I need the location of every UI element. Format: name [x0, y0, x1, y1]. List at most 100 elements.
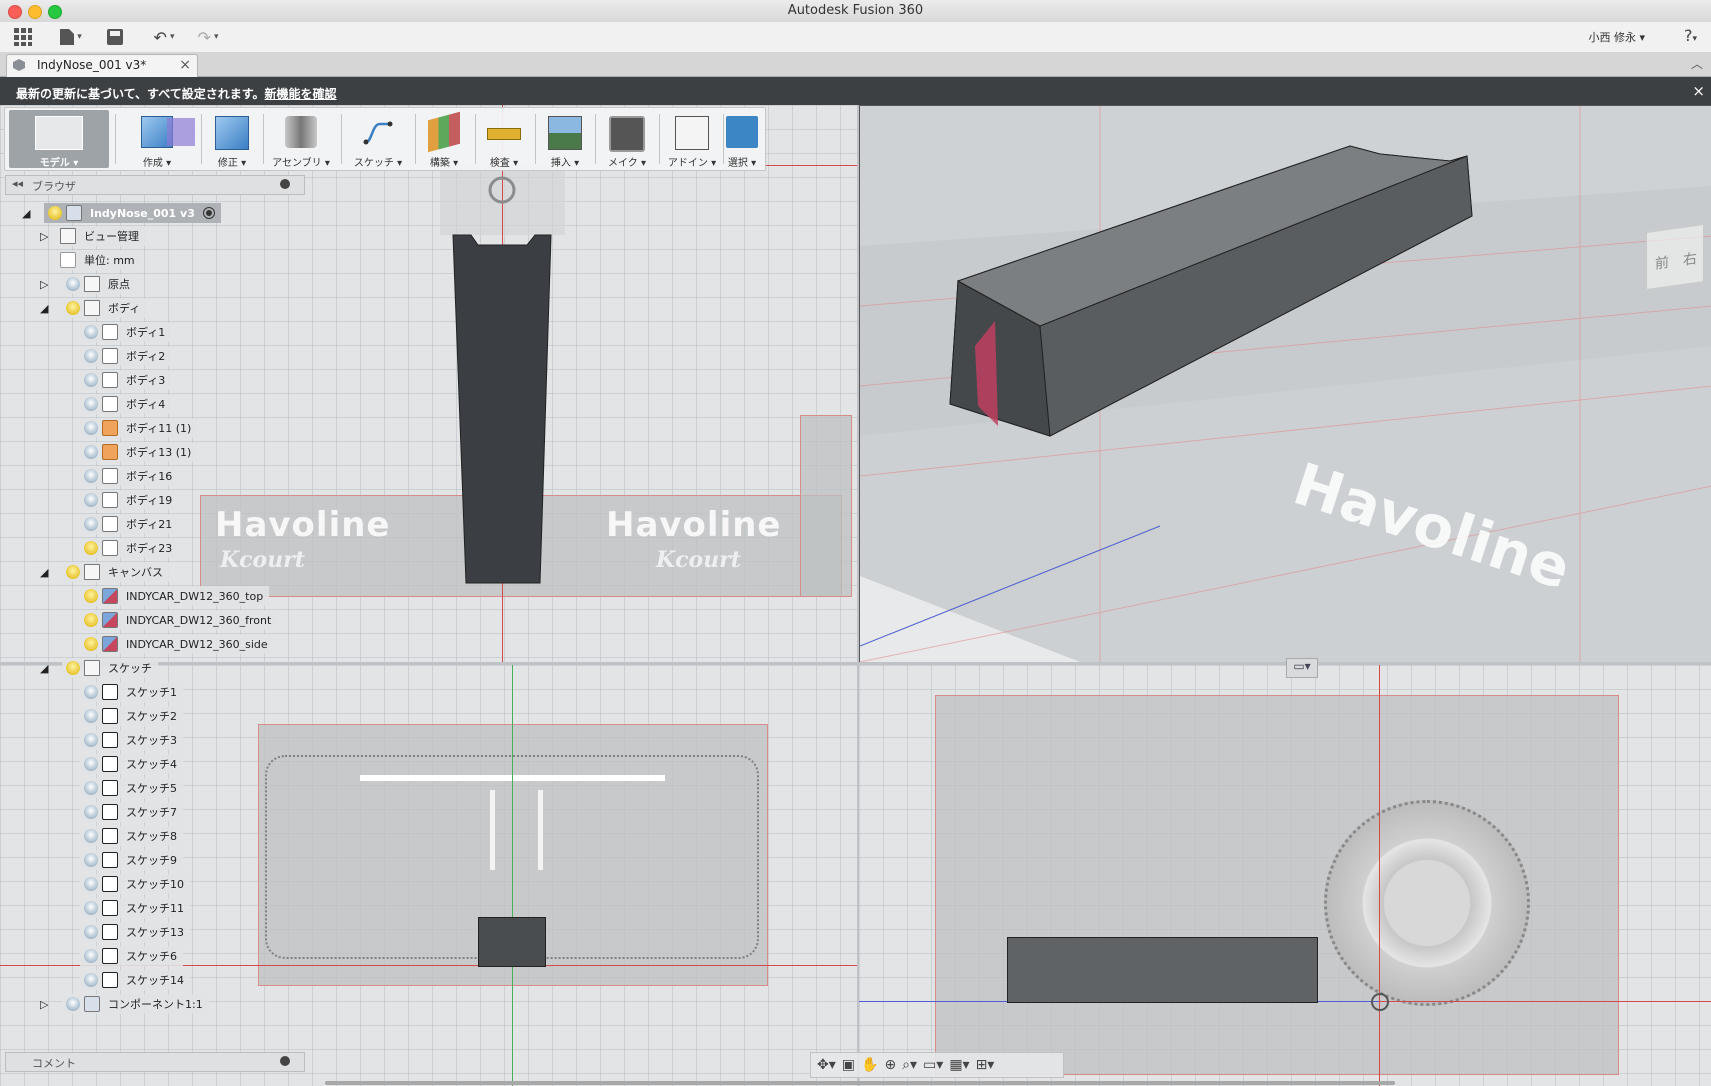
lightbulb-icon[interactable]: [84, 493, 98, 507]
sketch-folder-row[interactable]: スケッチ: [62, 658, 158, 678]
sketch-row[interactable]: スケッチ11: [80, 898, 190, 918]
canvas-row[interactable]: INDYCAR_DW12_360_side: [80, 634, 274, 654]
lightbulb-icon[interactable]: [84, 445, 98, 459]
component-row[interactable]: コンポーネント1:1: [62, 994, 209, 1014]
fit-zoom-icon[interactable]: ⌕▾: [902, 1057, 917, 1073]
display-icon[interactable]: ▭▾: [923, 1057, 943, 1073]
expand-view-toggle[interactable]: ▷: [40, 226, 48, 246]
body-row[interactable]: ボディ23: [80, 538, 179, 558]
lightbulb-icon[interactable]: [84, 877, 98, 891]
sketch-row[interactable]: スケッチ8: [80, 826, 183, 846]
chevron-up-icon[interactable]: ︿: [1691, 55, 1703, 72]
lightbulb-icon[interactable]: [84, 613, 98, 627]
redo-button[interactable]: ↷ ▾: [190, 26, 226, 48]
expand-origin-toggle[interactable]: ▷: [40, 274, 48, 294]
body-row[interactable]: ボディ13 (1): [80, 442, 198, 462]
lightbulb-icon[interactable]: [84, 925, 98, 939]
help-button[interactable]: ?▾: [1684, 26, 1697, 45]
select-menu-button[interactable]: 選択 ▾: [721, 110, 763, 169]
zoom-icon[interactable]: ⊕: [884, 1057, 896, 1073]
orbit-icon[interactable]: ✥▾: [817, 1057, 836, 1073]
save-button[interactable]: [104, 26, 126, 48]
body-row[interactable]: ボディ21: [80, 514, 179, 534]
lightbulb-icon[interactable]: [84, 901, 98, 915]
collapse-panel-icon[interactable]: ◂◂: [12, 177, 23, 190]
lightbulb-icon[interactable]: [84, 781, 98, 795]
bodies-folder-row[interactable]: ボディ: [62, 298, 147, 318]
expand-root-toggle[interactable]: ◢: [22, 203, 30, 223]
horizontal-scrollbar[interactable]: [325, 1081, 1395, 1085]
sketch-row[interactable]: スケッチ14: [80, 970, 190, 990]
make-menu-button[interactable]: メイク ▾: [599, 110, 655, 169]
browser-panel-header[interactable]: ◂◂ ブラウザ: [5, 175, 305, 195]
undo-button[interactable]: ↶ ▾: [146, 26, 182, 48]
lightbulb-icon[interactable]: [84, 853, 98, 867]
expand-component-toggle[interactable]: ▷: [40, 994, 48, 1014]
lightbulb-icon[interactable]: [48, 206, 62, 220]
sketch-row[interactable]: スケッチ4: [80, 754, 183, 774]
body-row[interactable]: ボディ4: [80, 394, 172, 414]
sketch-row[interactable]: スケッチ7: [80, 802, 183, 822]
viewports-icon[interactable]: ⊞▾: [976, 1057, 995, 1073]
body-row[interactable]: ボディ11 (1): [80, 418, 198, 438]
lightbulb-icon[interactable]: [84, 517, 98, 531]
lightbulb-icon[interactable]: [84, 973, 98, 987]
sketch-row[interactable]: スケッチ2: [80, 706, 183, 726]
workspace-model-button[interactable]: モデル ▾: [9, 110, 109, 169]
lightbulb-icon[interactable]: [84, 589, 98, 603]
body-row[interactable]: ボディ16: [80, 466, 179, 486]
sketch-row[interactable]: スケッチ1: [80, 682, 183, 702]
viewcube-front-label[interactable]: 前: [1655, 252, 1669, 274]
viewport-display-icon[interactable]: ▭▾: [1286, 658, 1318, 678]
viewcube[interactable]: 前 右: [1646, 223, 1704, 291]
document-tab[interactable]: IndyNose_001 v3* ×: [6, 54, 198, 77]
lightbulb-icon[interactable]: [84, 829, 98, 843]
browser-root[interactable]: IndyNose_001 v3: [44, 203, 221, 223]
viewport-divider-horizontal[interactable]: [0, 662, 1711, 665]
lightbulb-icon[interactable]: [84, 805, 98, 819]
lightbulb-icon[interactable]: [84, 397, 98, 411]
lightbulb-icon[interactable]: [66, 997, 80, 1011]
user-menu[interactable]: 小西 修永 ▾: [1588, 29, 1645, 45]
lightbulb-icon[interactable]: [84, 469, 98, 483]
body-row[interactable]: ボディ2: [80, 346, 172, 366]
minimize-panel-icon[interactable]: [280, 179, 290, 189]
pan-icon[interactable]: ✋: [861, 1057, 878, 1073]
sketch-row[interactable]: スケッチ6: [80, 946, 183, 966]
side-viewport[interactable]: [859, 665, 1711, 1086]
lightbulb-icon[interactable]: [66, 661, 80, 675]
origin-row[interactable]: 原点: [62, 274, 136, 294]
body-row[interactable]: ボディ3: [80, 370, 172, 390]
add-comment-icon[interactable]: [280, 1056, 290, 1066]
grid-icon[interactable]: ▦▾: [949, 1057, 969, 1073]
construct-menu-button[interactable]: 構築 ▾: [419, 110, 469, 169]
comment-panel[interactable]: コメント: [5, 1052, 305, 1072]
lightbulb-icon[interactable]: [84, 541, 98, 555]
sketch-row[interactable]: スケッチ9: [80, 850, 183, 870]
expand-sketch-toggle[interactable]: ◢: [40, 658, 48, 678]
sketch-row[interactable]: スケッチ13: [80, 922, 190, 942]
whats-new-link[interactable]: 新機能を確認: [265, 87, 337, 101]
close-icon[interactable]: ×: [179, 57, 191, 73]
lightbulb-icon[interactable]: [84, 421, 98, 435]
sketch-row[interactable]: スケッチ5: [80, 778, 183, 798]
expand-canvas-toggle[interactable]: ◢: [40, 562, 48, 582]
file-menu-button[interactable]: ▾: [54, 26, 88, 48]
units-row[interactable]: 単位: mm: [60, 250, 141, 270]
apps-grid-icon[interactable]: [12, 26, 34, 48]
activate-radio-icon[interactable]: [202, 207, 215, 219]
lightbulb-icon[interactable]: [84, 685, 98, 699]
lightbulb-icon[interactable]: [84, 349, 98, 363]
sketch-menu-button[interactable]: スケッチ ▾: [347, 110, 409, 169]
addins-menu-button[interactable]: アドイン ▾: [663, 110, 721, 169]
lightbulb-icon[interactable]: [84, 325, 98, 339]
view-management-row[interactable]: ビュー管理: [60, 226, 145, 246]
expand-bodies-toggle[interactable]: ◢: [40, 298, 48, 318]
canvas-row[interactable]: INDYCAR_DW12_360_top: [80, 586, 270, 606]
perspective-viewport[interactable]: Havoline 前 右: [859, 105, 1711, 663]
lightbulb-icon[interactable]: [84, 757, 98, 771]
create-menu-button[interactable]: 作成 ▾: [123, 110, 195, 169]
body-row[interactable]: ボディ19: [80, 490, 179, 510]
lightbulb-icon[interactable]: [66, 277, 80, 291]
lightbulb-icon[interactable]: [84, 373, 98, 387]
